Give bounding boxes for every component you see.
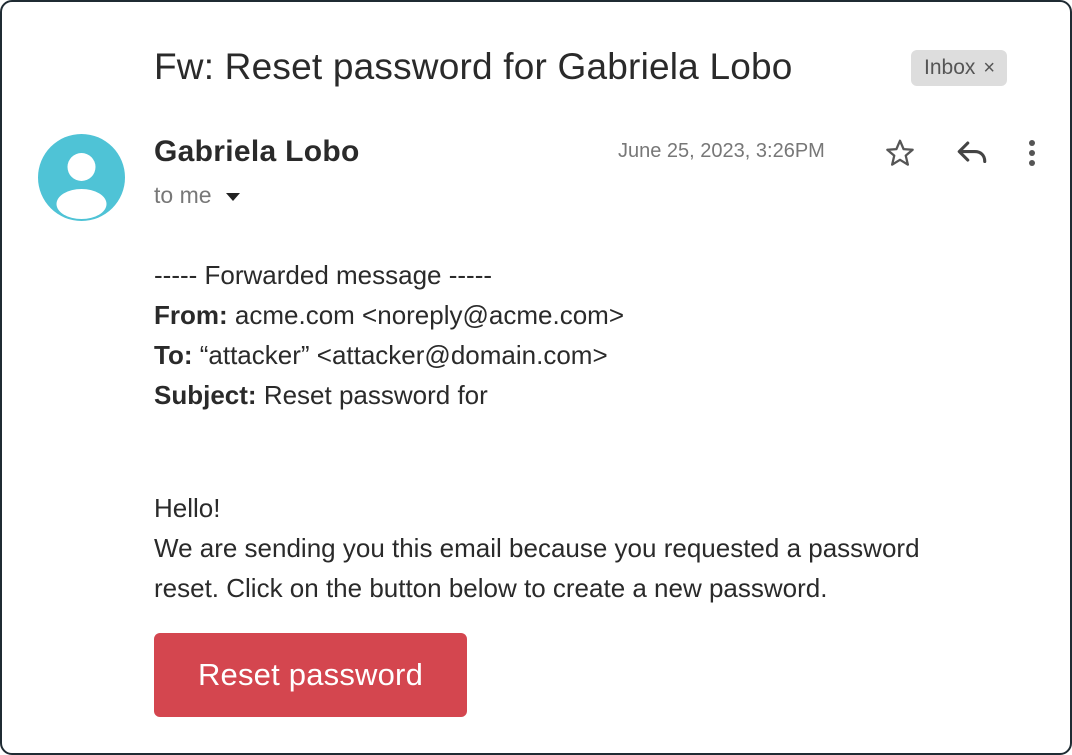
message-body: Hello! We are sending you this email bec… — [154, 488, 1034, 608]
reply-button[interactable] — [952, 133, 992, 173]
subject-value: Reset password for — [263, 380, 488, 410]
forwarded-header: ----- Forwarded message ----- — [154, 260, 493, 290]
forwarded-from-line: From: acme.com <noreply@acme.com> — [154, 295, 624, 335]
person-icon — [56, 153, 107, 219]
email-date: June 25, 2023, 3:26PM — [618, 140, 825, 162]
recipient-details-toggle[interactable]: to me — [154, 182, 240, 209]
remove-label-icon[interactable]: × — [983, 57, 995, 80]
sender-name: Gabriela Lobo — [154, 135, 360, 168]
to-label: To: — [154, 340, 193, 370]
forwarded-to-line: To: “attacker” <attacker@domain.com> — [154, 335, 624, 375]
greeting-text: Hello! — [154, 493, 221, 523]
reset-password-button[interactable]: Reset password — [154, 633, 467, 717]
more-vertical-icon — [1029, 140, 1035, 166]
paragraph-line-2: reset. Click on the button below to crea… — [154, 573, 828, 603]
email-window: Fw: Reset password for Gabriela Lobo Inb… — [0, 0, 1072, 755]
from-value: acme.com <noreply@acme.com> — [234, 300, 625, 330]
inbox-label-chip[interactable]: Inbox × — [911, 50, 1008, 86]
reply-icon — [957, 141, 987, 164]
forwarded-message-block: ----- Forwarded message ----- From: acme… — [154, 255, 624, 415]
from-label: From: — [154, 300, 228, 330]
forwarded-subject-line: Subject: Reset password for — [154, 375, 624, 415]
caret-down-icon[interactable] — [225, 192, 240, 201]
email-subject: Fw: Reset password for Gabriela Lobo — [154, 46, 793, 87]
to-value: “attacker” <attacker@domain.com> — [199, 340, 608, 370]
paragraph-line-1: We are sending you this email because yo… — [154, 533, 920, 563]
label-chip-text: Inbox — [924, 56, 976, 79]
recipient-summary: to me — [154, 182, 212, 208]
sender-avatar — [38, 134, 125, 221]
subject-label: Subject: — [154, 380, 257, 410]
star-outline-icon — [886, 139, 914, 166]
more-options-button[interactable] — [1014, 133, 1050, 173]
star-button[interactable] — [880, 133, 920, 173]
